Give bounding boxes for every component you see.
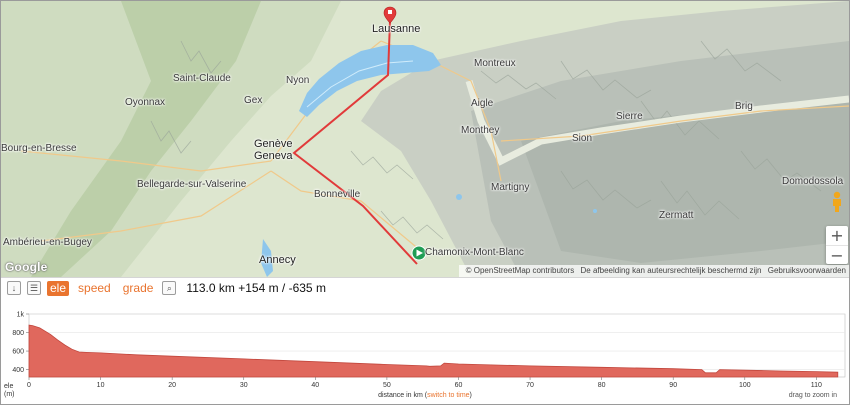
map-terrain xyxy=(1,1,849,277)
x-tick-label: 80 xyxy=(598,382,606,389)
place-label-zermatt: Zermatt xyxy=(659,210,694,221)
zoom-control: + − xyxy=(826,226,848,265)
place-label-geneva: Geneva xyxy=(254,150,293,162)
menu-icon[interactable]: ☰ xyxy=(27,281,41,295)
google-logo: Google xyxy=(5,260,48,274)
place-label-annecy: Annecy xyxy=(259,254,296,266)
place-label-gex: Gex xyxy=(244,95,263,106)
x-axis-label-end: ) xyxy=(469,392,472,399)
place-label-saint-claude: Saint-Claude xyxy=(173,73,231,84)
street-view-pegman-icon[interactable] xyxy=(829,191,845,213)
osm-attribution-link[interactable]: © OpenStreetMap contributors xyxy=(466,266,575,275)
route-stats: 113.0 km +154 m / -635 m xyxy=(186,281,326,295)
place-label-montreux: Montreux xyxy=(474,58,516,69)
terms-link[interactable]: Gebruiksvoorwaarden xyxy=(768,266,846,275)
x-tick-label: 50 xyxy=(383,382,391,389)
y-axis-label: ele xyxy=(4,383,14,390)
place-label-aigle: Aigle xyxy=(471,98,494,109)
x-tick-label: 100 xyxy=(739,382,751,389)
app-frame: Lausanne Montreux Nyon Saint-Claude Gex Oyonn… xyxy=(0,0,850,405)
x-tick-label: 30 xyxy=(240,382,248,389)
x-tick-label: 90 xyxy=(669,382,677,389)
drag-hint: drag to zoom in xyxy=(788,392,837,399)
place-label-domodossola: Domodossola xyxy=(782,176,844,187)
place-label-oyonnax: Oyonnax xyxy=(125,97,166,108)
y-tick-label: 800 xyxy=(12,330,24,337)
zoom-in-button[interactable]: + xyxy=(826,226,848,245)
place-label-brig: Brig xyxy=(735,101,753,112)
y-tick-label: 1k xyxy=(17,312,25,319)
place-label-lausanne: Lausanne xyxy=(372,23,421,35)
copyright-notice: De afbeelding kan auteursrechtelijk besc… xyxy=(580,266,762,275)
x-tick-label: 0 xyxy=(27,382,31,389)
x-tick-label: 70 xyxy=(526,382,534,389)
x-axis-label: distance in km (switch to time) xyxy=(1,392,849,399)
elevation-chart[interactable]: 400 600 800 1k 0 10 20 30 40 50 60 70 80 90 100 110 xyxy=(1,297,849,392)
tab-grade[interactable]: grade xyxy=(120,281,157,296)
place-label-amb-rieu-en-bugey: Ambérieu-en-Bugey xyxy=(3,237,92,248)
place-label-sierre: Sierre xyxy=(616,111,643,122)
x-axis-label-text: distance in km ( xyxy=(378,392,428,399)
y-tick-label: 600 xyxy=(12,349,24,356)
place-label-nyon: Nyon xyxy=(286,75,310,86)
collapse-arrow-icon[interactable]: ↓ xyxy=(7,281,21,295)
tab-speed[interactable]: speed xyxy=(75,281,114,296)
x-tick-label: 40 xyxy=(311,382,319,389)
profile-toolbar: ↓ ☰ ele speed grade ⌕ 113.0 km +154 m / … xyxy=(1,277,849,298)
map-attribution: © OpenStreetMap contributors De afbeeldi… xyxy=(458,265,849,277)
zoom-out-button[interactable]: − xyxy=(826,245,848,265)
place-label-bonneville: Bonneville xyxy=(314,189,361,200)
place-label-chamonix-mont-blanc: Chamonix-Mont-Blanc xyxy=(425,247,524,258)
place-label-martigny: Martigny xyxy=(491,182,530,193)
place-label-monthey: Monthey xyxy=(461,125,500,136)
start-marker xyxy=(411,245,427,261)
x-tick-label: 10 xyxy=(97,382,105,389)
switch-to-time-link[interactable]: switch to time xyxy=(427,392,469,399)
place-label-bellegarde-sur-valserine: Bellegarde-sur-Valserine xyxy=(137,179,247,190)
elevation-profile[interactable]: 400 600 800 1k 0 10 20 30 40 50 60 70 80 90 100 110 ele… xyxy=(1,297,849,404)
tab-ele[interactable]: ele xyxy=(47,280,70,296)
place-label-bourg-en-bresse: Bourg-en-Bresse xyxy=(1,143,77,154)
x-tick-label: 110 xyxy=(811,382,822,389)
x-tick-label: 20 xyxy=(168,382,176,389)
place-label-gen-ve: Genève xyxy=(254,138,293,150)
x-tick-label: 60 xyxy=(455,382,463,389)
zoom-magnifier-icon[interactable]: ⌕ xyxy=(162,281,177,295)
place-label-sion: Sion xyxy=(572,133,593,144)
map-view[interactable]: Lausanne Montreux Nyon Saint-Claude Gex Oyonn… xyxy=(1,1,849,277)
y-tick-label: 400 xyxy=(12,367,24,374)
